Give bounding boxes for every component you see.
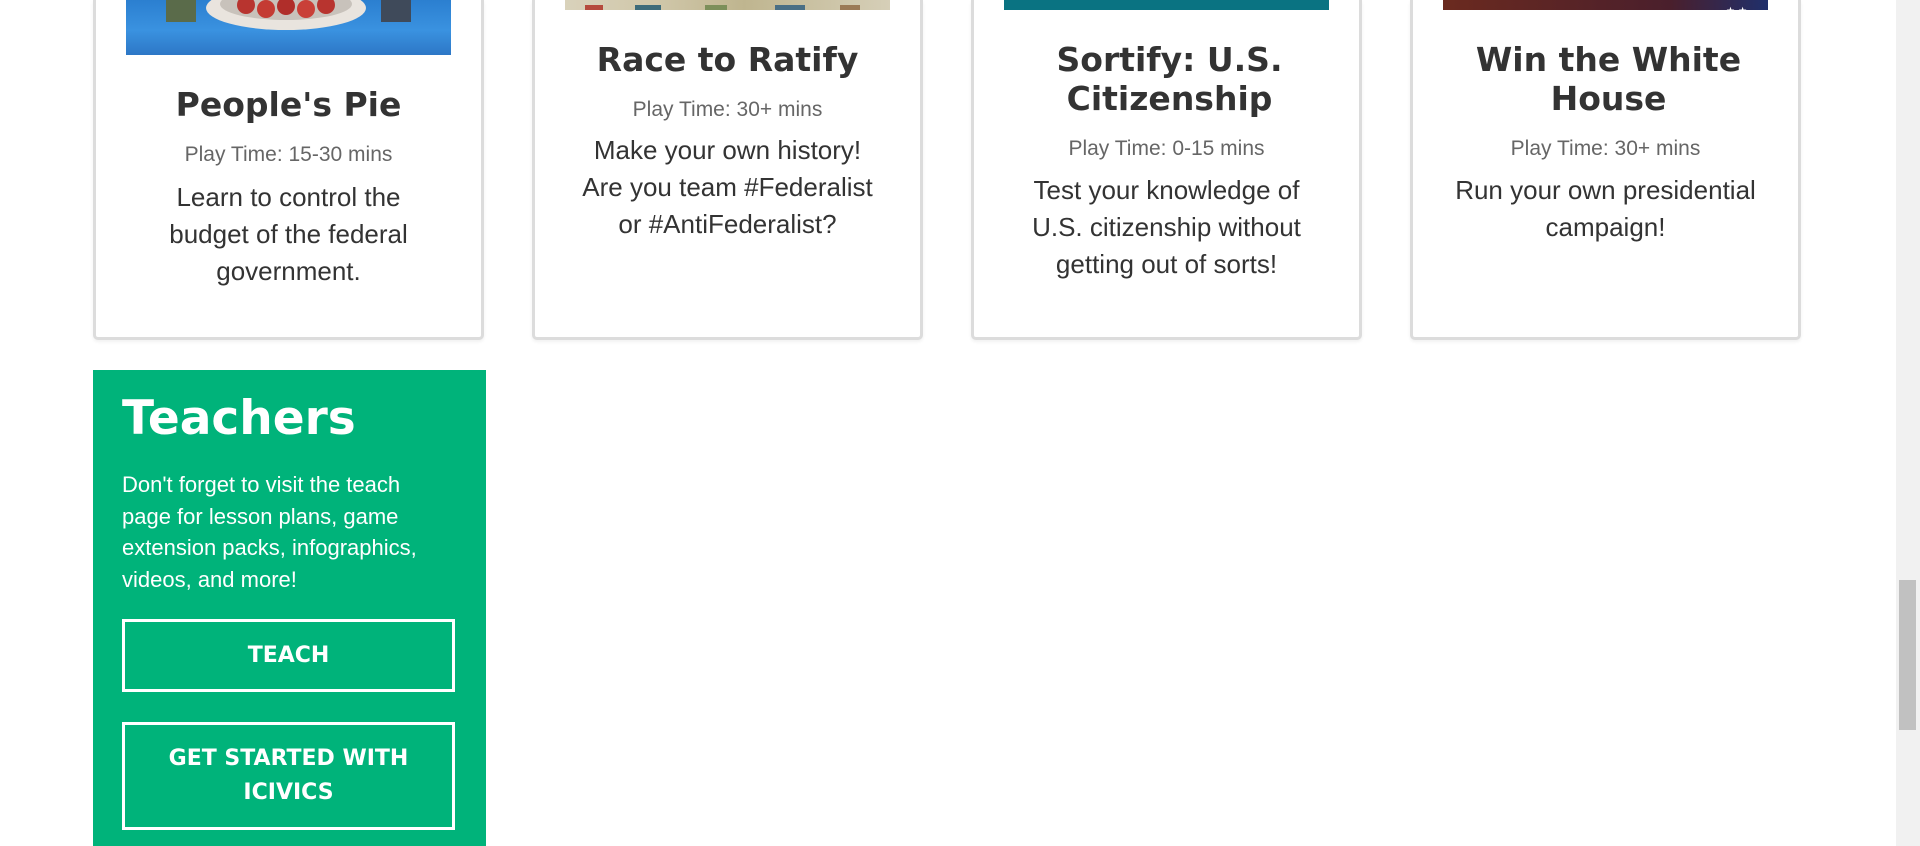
teachers-panel: Teachers Don't forget to visit the teach… (93, 370, 486, 846)
game-description: Make your own history! Are you team #Fed… (582, 135, 873, 239)
race-to-ratify-thumbnail[interactable] (565, 0, 890, 10)
teachers-description: Don't forget to visit the teach page for… (122, 472, 417, 592)
game-description: Learn to control the budget of the feder… (169, 182, 408, 286)
play-time: Play Time: 30+ mins (1510, 137, 1701, 160)
page-scrollbar-thumb[interactable] (1899, 580, 1916, 730)
teach-button-label: TEACH (247, 642, 330, 668)
game-card-race-to-ratify[interactable]: Race to Ratify Play Time: 30+ mins Make … (532, 0, 923, 340)
play-time: Play Time: 30+ mins (632, 98, 823, 121)
teach-button[interactable]: TEACH (122, 619, 455, 692)
game-title[interactable]: Sortify: U.S. Citizenship (1024, 40, 1315, 118)
svg-text:★ ★: ★ ★ (1726, 6, 1747, 10)
game-card-peoples-pie[interactable]: People's Pie Play Time: 15-30 mins Learn… (93, 0, 484, 340)
game-title[interactable]: Race to Ratify (535, 40, 920, 79)
game-card-sortify[interactable]: Sortify: U.S. Citizenship Play Time: 0-1… (971, 0, 1362, 340)
game-description: Test your knowledge of U.S. citizenship … (1032, 175, 1301, 279)
play-time: Play Time: 0-15 mins (1068, 137, 1265, 160)
game-title[interactable]: Win the White House (1458, 40, 1759, 118)
teachers-heading: Teachers (122, 391, 356, 446)
peoples-pie-thumbnail[interactable] (126, 0, 451, 55)
game-card-win-the-white-house[interactable]: ★ ★ Win the White House Play Time: 30+ m… (1410, 0, 1801, 340)
sortify-thumbnail[interactable] (1004, 0, 1329, 10)
game-description: Run your own presidential campaign! (1455, 175, 1756, 242)
play-time: Play Time: 15-30 mins (184, 143, 393, 166)
win-the-white-house-thumbnail[interactable]: ★ ★ (1443, 0, 1768, 10)
game-title[interactable]: People's Pie (96, 85, 481, 124)
get-started-button-label: GET STARTED WITH ICIVICS (168, 746, 409, 805)
get-started-button[interactable]: GET STARTED WITH ICIVICS (122, 722, 455, 830)
